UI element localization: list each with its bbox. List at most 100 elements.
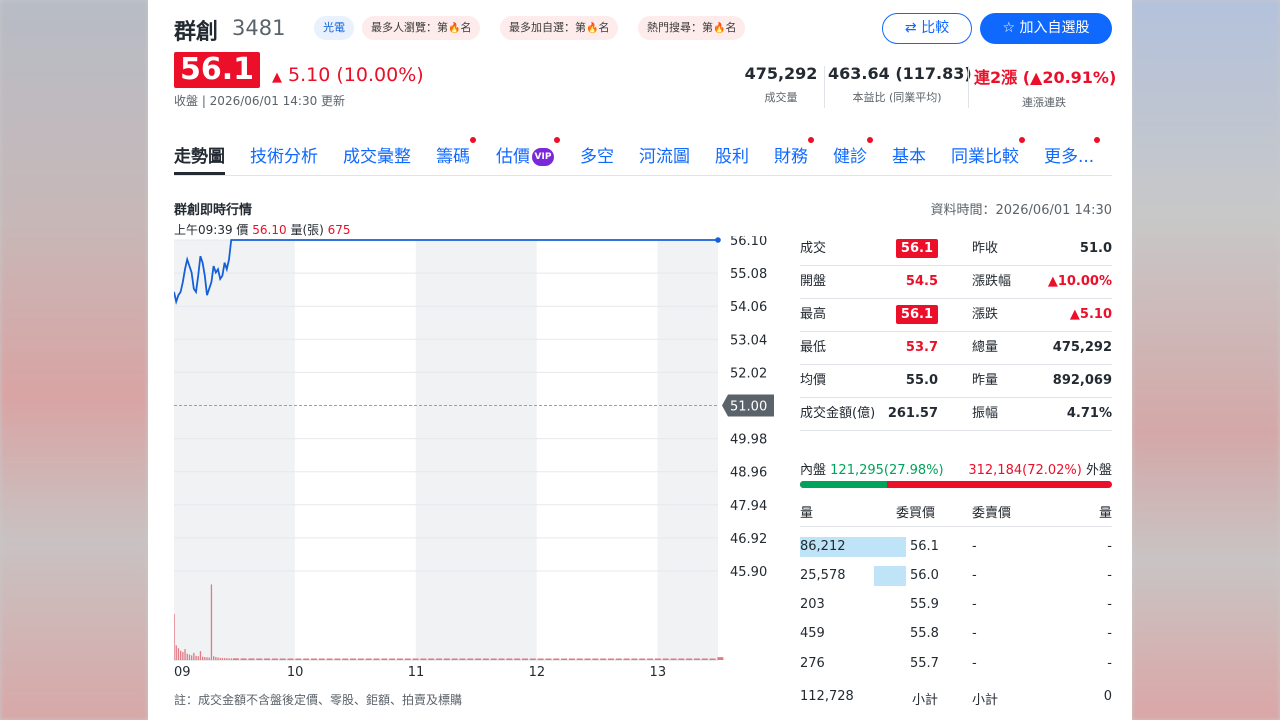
volume-bar (350, 658, 357, 660)
ask-price: - (972, 539, 977, 554)
ask-volume: - (1107, 656, 1112, 671)
tab-technical[interactable]: 技術分析 (250, 142, 318, 167)
tab-trades[interactable]: 成交彙整 (343, 142, 411, 167)
stat-pe-value: 463.64 (117.83) (828, 64, 972, 83)
volume-bar (175, 645, 177, 660)
intraday-chart[interactable]: 56.10 55.08 54.06 53.04 52.02 51.00 49.98 48.96… (174, 236, 774, 686)
notification-dot (1094, 137, 1101, 143)
quote-value-text: 53.7 (905, 340, 938, 355)
compare-label: 比較 (921, 20, 950, 36)
volume-bar (693, 658, 700, 660)
quote-value-text: 54.5 (905, 274, 938, 289)
y-tick-label: 45.90 (730, 565, 767, 580)
tab-more[interactable]: 更多... (1044, 137, 1101, 167)
rank-tag-prefix: 最多人瀏覽：第 (371, 21, 448, 34)
quote-value-text: ▲5.10 (1069, 307, 1112, 322)
quote-table: 成交 56.1 昨收 51.0 開盤 54.5 漲跌幅 ▲10.00% 最高 56.1 漲跌 ▲5.1… (800, 233, 1112, 431)
quote-value-text: 55.0 (905, 373, 938, 388)
quote-value: 56.1 (895, 233, 938, 265)
sector-tag[interactable]: 光電 (314, 16, 354, 40)
quote-value-text: 51.0 (1079, 241, 1112, 256)
volume-bar (381, 658, 388, 660)
rank-tag-search[interactable]: 熱門搜尋：第🔥名 (638, 16, 746, 40)
tab-dividend[interactable]: 股利 (715, 142, 749, 167)
quote-row: 均價 55.0 昨量 892,069 (800, 365, 1112, 398)
quote-label: 漲跌幅 (972, 274, 1012, 289)
bid-volume: 86,212 (800, 539, 846, 554)
tab-bar: 走勢圖 技術分析 成交彙整 籌碼 估價 VIP 多空 河流圖 股利 財務 健診 基… (174, 137, 1112, 176)
volume-bar (180, 650, 182, 660)
volume-bar (213, 656, 215, 660)
y-tick-label: 53.04 (730, 333, 767, 348)
tab-long-short[interactable]: 多空 (580, 142, 614, 167)
volume-bar (221, 657, 224, 660)
tab-peer-compare-label: 同業比較 (951, 147, 1019, 167)
volume-bar (545, 658, 552, 660)
y-tick-label: 48.96 (730, 466, 767, 481)
inner-outer: 內盤 121,295(27.98%) 312,184(72.02%) 外盤 (800, 459, 1112, 478)
bid-volume: 25,578 (800, 568, 846, 583)
price-change-value: 5.10 (10.00%) (288, 64, 424, 86)
inner-outer-bar (800, 481, 1112, 488)
rank-tag-suffix: 名 (598, 21, 610, 34)
volume-bar (436, 658, 443, 660)
volume-bar (412, 658, 419, 660)
volume-bar (521, 658, 528, 660)
quote-value-text: 892,069 (1052, 373, 1112, 388)
hour-band (415, 240, 537, 660)
quote-value-text: 4.71% (1066, 406, 1112, 421)
y-tick-label: 47.94 (730, 499, 767, 514)
tab-valuation[interactable]: 估價 VIP (496, 137, 560, 167)
volume-bar (490, 658, 497, 660)
divider (824, 66, 825, 108)
volume-bar (184, 649, 186, 660)
stat-pe: 463.64 (117.83) 本益比 (同業平均) (828, 64, 972, 110)
bid-subtotal-label: 小計 (912, 693, 939, 708)
volume-bar (584, 658, 591, 660)
volume-bar (678, 658, 685, 660)
tab-health[interactable]: 健診 (833, 137, 873, 167)
volume-bar (295, 658, 302, 660)
x-tick-label: 09 (174, 665, 191, 680)
bid-price: 55.8 (910, 626, 939, 641)
bid-volume-bar (874, 566, 906, 586)
order-book-header: 量 委買價 委賣價 量 (800, 502, 1112, 527)
bid-price: 56.1 (910, 539, 939, 554)
rank-tag-views[interactable]: 最多人瀏覽：第🔥名 (362, 16, 481, 40)
y-tick-label: 52.02 (730, 366, 767, 381)
stat-streak-value: 連2漲 (▲20.91%) (974, 68, 1117, 87)
compare-button[interactable]: ⇄ 比較 (882, 13, 972, 44)
background-right (1132, 0, 1280, 720)
ask-price: - (972, 656, 977, 671)
add-watchlist-button[interactable]: ☆ 加入自選股 (980, 13, 1112, 44)
quote-label: 昨收 (972, 241, 999, 256)
x-tick-label: 13 (650, 665, 667, 680)
volume-bar (561, 658, 568, 660)
volume-bar (228, 658, 230, 660)
tab-peer-compare[interactable]: 同業比較 (951, 137, 1025, 167)
volume-bar (318, 658, 325, 660)
quote-row: 最高 56.1 漲跌 ▲5.10 (800, 299, 1112, 332)
quote-value: ▲5.10 (1070, 299, 1112, 331)
notification-dot (867, 137, 873, 143)
y-tick-label: 46.92 (730, 532, 767, 547)
hour-band (657, 240, 718, 660)
tab-river[interactable]: 河流圖 (639, 142, 690, 167)
stock-header: 群創 3481 光電 最多人瀏覽：第🔥名 最多加自選：第🔥名 熱門搜尋：第🔥名 … (174, 12, 1112, 46)
rank-tag-watchlist[interactable]: 最多加自選：第🔥名 (500, 16, 619, 40)
tab-trend[interactable]: 走勢圖 (174, 142, 225, 175)
volume-bar (206, 657, 208, 660)
quote-label: 最低 (800, 340, 827, 355)
volume-bar (607, 658, 614, 660)
volume-bar (623, 658, 630, 660)
volume-bar (226, 658, 228, 660)
ask-volume: - (1107, 626, 1112, 641)
hover-price: 56.10 (252, 223, 287, 237)
tab-chips[interactable]: 籌碼 (436, 137, 476, 167)
volume-bar (334, 658, 341, 660)
tab-basic[interactable]: 基本 (892, 142, 926, 167)
notification-dot (554, 137, 560, 143)
data-time: 資料時間：2026/06/01 14:30 (930, 203, 1112, 218)
volume-bar (191, 655, 193, 660)
tab-financials[interactable]: 財務 (774, 137, 814, 167)
